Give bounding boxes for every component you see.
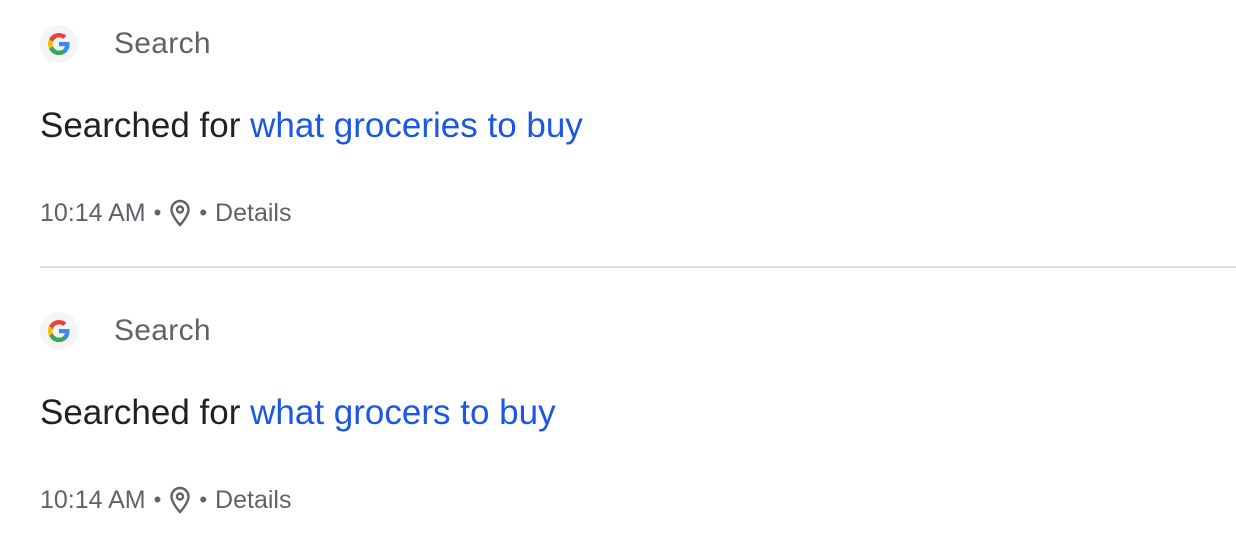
activity-title: Searched for what grocers to buy bbox=[40, 393, 556, 433]
location-pin-icon[interactable] bbox=[169, 199, 191, 227]
timestamp: 10:14 AM bbox=[40, 198, 146, 227]
activity-meta: 10:14 AM • • Details bbox=[40, 196, 291, 230]
divider bbox=[40, 266, 1236, 268]
google-g-icon bbox=[40, 25, 78, 63]
title-prefix: Searched for bbox=[40, 106, 241, 145]
separator-dot: • bbox=[199, 200, 208, 225]
activity-list: Search Searched for what groceries to bu… bbox=[0, 0, 1236, 540]
activity-meta: 10:14 AM • • Details bbox=[40, 483, 291, 517]
title-prefix: Searched for bbox=[40, 393, 241, 432]
timestamp: 10:14 AM bbox=[40, 485, 146, 514]
search-query-link[interactable]: what groceries to buy bbox=[250, 106, 583, 145]
details-link[interactable]: Details bbox=[215, 486, 291, 515]
separator-dot: • bbox=[153, 200, 162, 225]
product-row: Search bbox=[40, 25, 211, 63]
search-query-link[interactable]: what grocers to buy bbox=[250, 393, 555, 432]
separator-dot: • bbox=[199, 487, 208, 512]
product-row: Search bbox=[40, 312, 211, 350]
location-pin-icon[interactable] bbox=[169, 486, 191, 514]
google-g-icon bbox=[40, 312, 78, 350]
product-name: Search bbox=[114, 314, 211, 347]
activity-title: Searched for what groceries to buy bbox=[40, 106, 583, 146]
separator-dot: • bbox=[153, 487, 162, 512]
details-link[interactable]: Details bbox=[215, 199, 291, 228]
product-name: Search bbox=[114, 27, 211, 60]
